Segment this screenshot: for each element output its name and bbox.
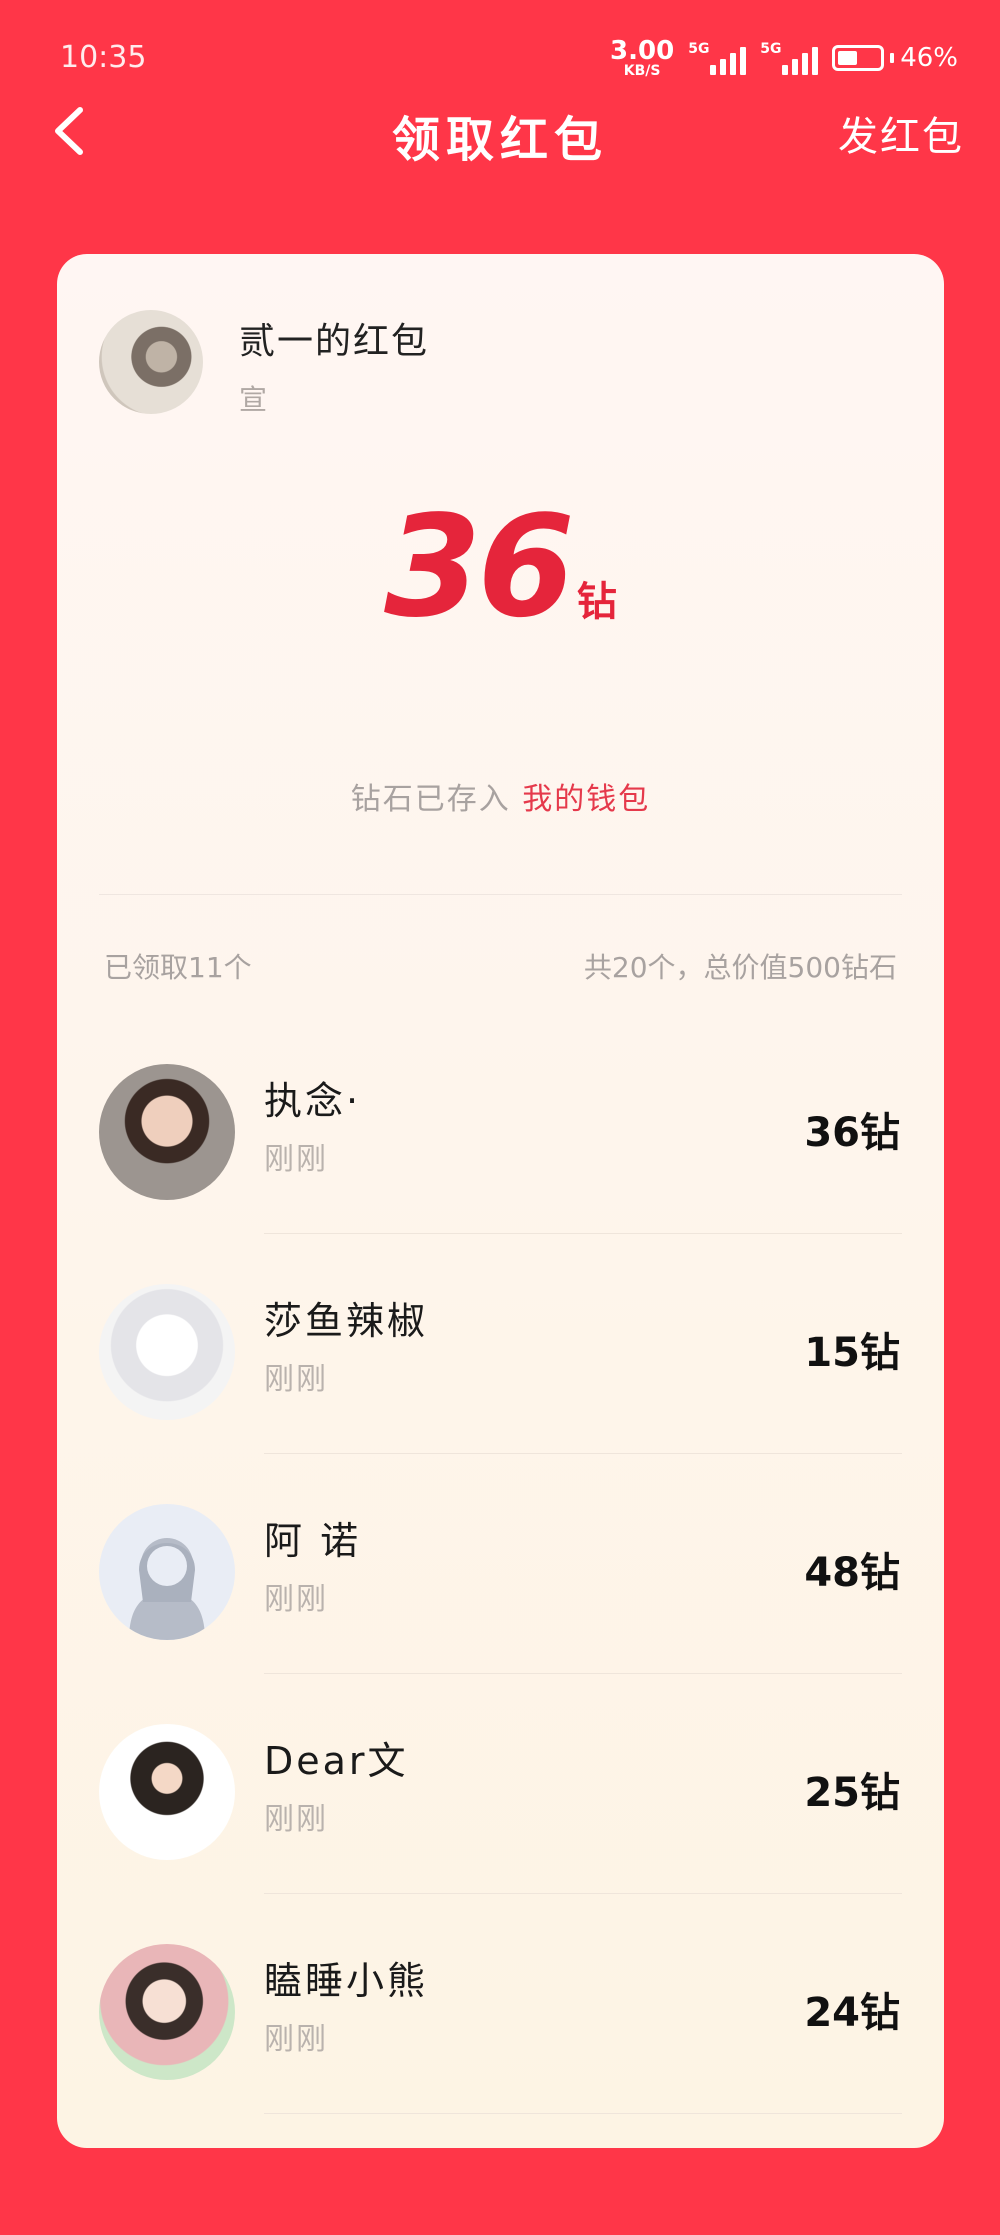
status-time: 10:35 [60,40,147,75]
amount-unit: 钻 [576,579,617,625]
receive-time: 刚刚 [264,1142,328,1177]
divider [264,2113,902,2114]
received-count: 已领取11个 [104,951,252,984]
red-packet-card: 贰一的红包 宣 36 钻 钻石已存入 我的钱包 已领取11个 共20个，总价值50… [57,254,944,2148]
receive-amount: 48钻 [804,1550,900,1596]
signal-tag: 5G [688,41,710,57]
sender-info: 贰一的红包 宣 [99,310,429,418]
network-speed-value: 3.00 [610,36,675,66]
avatar[interactable] [99,1944,235,2080]
avatar[interactable] [99,1064,235,1200]
send-red-packet-button[interactable]: 发红包 [838,104,964,162]
sender-name: 贰一的红包 [239,321,430,362]
list-item[interactable]: 阿 诺 刚刚 48钻 [57,1454,944,1674]
sender-subtitle: 宣 [239,383,268,416]
amount-value: 36 [384,486,575,649]
receive-amount: 24钻 [804,1990,900,2036]
received-amount: 36 钻 [57,486,944,649]
receiver-name: Dear文 [264,1739,409,1783]
receiver-name: 阿 诺 [264,1519,362,1563]
network-speed-unit: KB/S [623,63,661,79]
wallet-note: 钻石已存入 我的钱包 [57,774,944,818]
receive-time: 刚刚 [264,1362,328,1397]
default-avatar-icon [129,1538,205,1640]
list-item[interactable]: Dear文 刚刚 25钻 [57,1674,944,1894]
receiver-name: 瞌睡小熊 [264,1959,429,2003]
receive-time: 刚刚 [264,1802,328,1837]
receiver-name: 莎鱼辣椒 [264,1299,429,1343]
avatar[interactable] [99,1724,235,1860]
receive-amount: 36钻 [804,1110,900,1156]
network-speed: 3.00 KB/S [610,38,674,78]
receive-time: 刚刚 [264,1582,328,1617]
avatar[interactable] [99,1284,235,1420]
receive-summary: 已领取11个 共20个，总价值500钻石 [104,946,897,986]
signal-icon: 5G [688,41,747,75]
battery-fill [838,51,857,65]
list-item[interactable]: 执念· 刚刚 36钻 [57,1014,944,1234]
receive-amount: 25钻 [804,1770,900,1816]
list-item[interactable]: 莎鱼辣椒 刚刚 15钻 [57,1234,944,1454]
wallet-note-text: 钻石已存入 [350,782,511,817]
avatar[interactable] [99,1504,235,1640]
receive-amount: 15钻 [804,1330,900,1376]
list-item[interactable]: 瞌睡小熊 刚刚 24钻 [57,1894,944,2114]
avatar[interactable] [99,310,203,414]
total-value: 共20个，总价值500钻石 [583,951,897,984]
receiver-list: 执念· 刚刚 36钻 莎鱼辣椒 刚刚 15钻 阿 诺 刚刚 48钻 Dear文 … [57,1014,944,2114]
status-bar: 10:35 3.00 KB/S 5G 5G 46% [0,0,1000,110]
battery-icon: 46% [832,43,958,73]
receiver-name: 执念· [264,1079,362,1123]
divider [99,894,902,895]
battery-percent: 46% [900,43,958,73]
my-wallet-link[interactable]: 我的钱包 [522,782,650,817]
status-indicators: 3.00 KB/S 5G 5G 46% [610,38,958,78]
receive-time: 刚刚 [264,2022,328,2057]
signal-tag: 5G [760,41,782,57]
signal-icon: 5G [760,41,819,75]
